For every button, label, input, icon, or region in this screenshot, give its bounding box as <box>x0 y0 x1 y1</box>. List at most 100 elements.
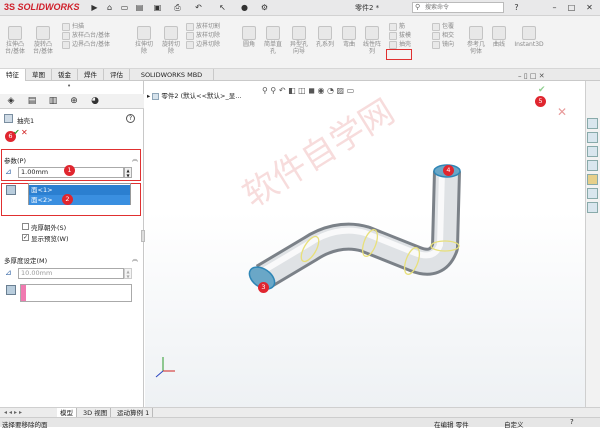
curves-label: 曲线 <box>492 41 505 48</box>
flex-button[interactable]: 弯曲 <box>339 26 359 48</box>
shell-feature-icon <box>4 114 13 123</box>
viewport-maximize-icon[interactable]: □ <box>530 72 537 80</box>
status-help-icon[interactable]: ? <box>570 418 574 426</box>
tab-sketch[interactable]: 草图 <box>26 69 52 81</box>
linear-pattern-button[interactable]: 线性阵 列 <box>361 26 383 55</box>
shell-button[interactable]: 抽壳 <box>389 40 411 49</box>
swept-cut-button[interactable]: 放样切割 <box>186 22 220 31</box>
fillet-icon <box>242 26 256 40</box>
revolve-boss-icon <box>36 26 50 40</box>
instant3d-button[interactable]: Instant3D <box>513 26 545 48</box>
simple-hole-button[interactable]: 简单直 孔 <box>262 26 284 55</box>
thickness-icon: ⊿ <box>5 167 12 176</box>
revolve-boss-button[interactable]: 旋转凸 台/基体 <box>32 26 54 55</box>
curves-button[interactable]: 曲线 <box>490 26 508 48</box>
hole-wizard-button[interactable]: 异型孔 向导 <box>287 26 311 55</box>
revolve-cut-button[interactable]: 旋转切 除 <box>160 26 182 55</box>
file-explorer-icon[interactable] <box>587 146 598 157</box>
open-folder-icon[interactable]: ▤ <box>133 2 146 14</box>
tab-sheet-metal[interactable]: 钣金 <box>52 69 78 81</box>
rebuild-icon[interactable]: ● <box>238 2 251 14</box>
show-preview-checkbox[interactable]: ✓ <box>22 234 29 241</box>
collapse-handle-icon[interactable]: • <box>67 82 71 90</box>
faces-to-remove-list[interactable]: 面<1> 面<2> <box>28 183 131 205</box>
search-commands-input[interactable]: ⚲ 搜索命令 <box>412 2 504 13</box>
fillet-button[interactable]: 圆角 <box>238 26 260 48</box>
help-icon[interactable]: ? <box>510 2 523 14</box>
command-tabs: 特征 草图 钣金 焊件 评估 SOLIDWORKS MBD <box>0 69 600 81</box>
shell-highlight-box <box>386 49 412 60</box>
shell-outward-label: 壳厚朝外(S) <box>31 224 67 232</box>
property-manager-tab-icon[interactable]: ▤ <box>24 95 40 108</box>
shell-model-svg[interactable] <box>145 81 585 408</box>
tab-mbd[interactable]: SOLIDWORKS MBD <box>130 69 214 81</box>
extrude-cut-button[interactable]: 拉伸切 除 <box>133 26 155 55</box>
cut-small-group: 放样切割 放样切除 边界切除 <box>186 22 220 49</box>
tab-weldments[interactable]: 焊件 <box>78 69 104 81</box>
forum-icon[interactable] <box>587 202 598 213</box>
search-placeholder: 搜索命令 <box>425 4 450 11</box>
face-1-item[interactable]: 面<1> <box>29 185 130 195</box>
multi-faces-list[interactable] <box>20 284 132 302</box>
flex-icon <box>342 26 356 40</box>
loft-cut-button[interactable]: 放样切除 <box>186 31 220 40</box>
wrap-button[interactable]: 包覆 <box>432 22 454 31</box>
minimize-button[interactable]: – <box>548 2 561 14</box>
appearances-icon[interactable] <box>587 174 598 185</box>
new-file-icon[interactable]: ▭ <box>118 2 131 14</box>
badge-1: 1 <box>64 165 75 176</box>
undo-icon[interactable]: ↶ <box>192 2 205 14</box>
multi-thickness-field[interactable]: 10.00mm <box>18 268 124 279</box>
appearance-tab-icon[interactable]: ◕ <box>87 95 103 108</box>
mirror-button[interactable]: 镜向 <box>432 40 454 49</box>
boundary-boss-button[interactable]: 边界凸台/基体 <box>62 40 110 49</box>
design-library-icon[interactable] <box>587 132 598 143</box>
tube-highlight <box>261 170 445 274</box>
revolve-cut-icon <box>164 26 178 40</box>
view-palette-icon[interactable] <box>587 160 598 171</box>
solidworks-logo: 3S SOLIDWORKS <box>4 2 80 13</box>
sweep-button[interactable]: 扫描 <box>62 22 110 31</box>
cancel-button[interactable]: ✕ <box>21 128 28 137</box>
feature-tree-tab-icon[interactable]: ◈ <box>3 95 19 108</box>
collapse-up-icon-2[interactable]: ︽ <box>132 254 138 263</box>
reference-geometry-button[interactable]: 参考几 何体 <box>465 26 487 55</box>
tab-evaluate[interactable]: 评估 <box>104 69 130 81</box>
logo-text: SOLIDWORKS <box>17 2 80 12</box>
print-icon[interactable]: ⎙ <box>171 2 184 14</box>
loft-boss-button[interactable]: 放样凸台/基体 <box>62 31 110 40</box>
menu-arrow-icon[interactable]: ▶ <box>88 2 101 14</box>
face-2-item[interactable]: 面<2> <box>29 195 130 205</box>
viewport-restore-icon[interactable]: ▯ <box>524 72 528 80</box>
dimxpert-tab-icon[interactable]: ⊕ <box>66 95 82 108</box>
custom-properties-icon[interactable] <box>587 188 598 199</box>
close-button[interactable]: ✕ <box>583 2 596 14</box>
intersect-icon <box>432 31 440 40</box>
rib-button[interactable]: 筋 <box>389 22 411 31</box>
hole-series-button[interactable]: 孔系列 <box>313 26 337 48</box>
boundary-cut-icon <box>186 40 194 49</box>
status-units[interactable]: 自定义 <box>504 419 524 429</box>
mirror-icon <box>432 40 440 49</box>
confirm-corner-ok-icon[interactable]: ✔ <box>538 85 546 95</box>
resources-icon[interactable] <box>587 118 598 129</box>
confirm-corner-cancel-icon[interactable]: ✕ <box>557 105 567 119</box>
thickness-spinner[interactable]: ▲ ▼ <box>124 167 132 178</box>
tab-features[interactable]: 特征 <box>0 69 26 81</box>
configuration-tab-icon[interactable]: ▥ <box>45 95 61 108</box>
extrude-boss-button[interactable]: 拉伸凸 台/基体 <box>4 26 26 55</box>
draft-button[interactable]: 拔模 <box>389 31 411 40</box>
maximize-button[interactable]: □ <box>565 2 578 14</box>
multi-thickness-spinner[interactable]: ▲ ▼ <box>124 268 132 279</box>
select-arrow-icon[interactable]: ↖ <box>216 2 229 14</box>
boundary-cut-button[interactable]: 边界切除 <box>186 40 220 49</box>
home-icon[interactable]: ⌂ <box>103 2 116 14</box>
viewport-close-icon[interactable]: ✕ <box>539 72 545 80</box>
viewport-minimize-icon[interactable]: – <box>518 72 522 80</box>
wrap-label: 包覆 <box>442 23 455 30</box>
options-icon[interactable]: ⚙ <box>258 2 271 14</box>
intersect-button[interactable]: 相交 <box>432 31 454 40</box>
shell-outward-checkbox[interactable] <box>22 223 29 230</box>
help-button[interactable]: ? <box>126 114 135 123</box>
save-icon[interactable]: ▣ <box>151 2 164 14</box>
